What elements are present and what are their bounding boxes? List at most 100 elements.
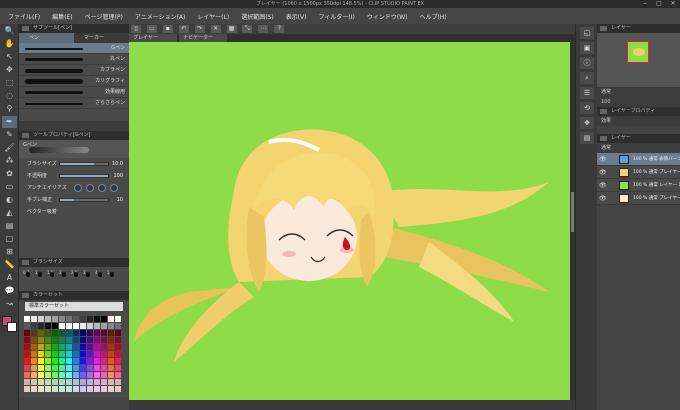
color-swatch[interactable] [115,316,121,322]
color-swatch[interactable] [45,386,51,392]
list-item[interactable]: さらさらペン [19,98,129,109]
color-swatch[interactable] [31,323,37,329]
color-swatch[interactable] [101,337,107,343]
clear-icon[interactable]: ✕ [210,25,221,33]
gradient-icon[interactable]: ▤ [2,220,17,232]
navigator-preview[interactable] [597,33,680,87]
color-swatch[interactable] [94,372,100,378]
color-swatch[interactable] [94,386,100,392]
color-swatch[interactable] [94,330,100,336]
ruler-icon[interactable]: 📏 [2,259,17,271]
menu-filter[interactable]: フィルター(I) [319,12,355,21]
color-swatch[interactable] [52,386,58,392]
antialias-mid[interactable] [98,184,106,192]
color-swatch[interactable] [80,344,86,350]
tab-marker[interactable]: マーカー [74,33,129,43]
undo-icon[interactable]: ↶ [178,25,189,33]
layer-row[interactable]: 👁 100 % 通常 レイヤー 1 [597,179,680,192]
brush-size-option[interactable]: 2.5 [71,269,81,285]
color-swatch[interactable] [45,316,51,322]
minimize-button[interactable]: − [638,0,652,8]
hand-icon[interactable]: ✋ [2,38,17,50]
subview-icon[interactable]: ▣ [580,42,594,54]
color-swatch[interactable] [73,316,79,322]
save-icon[interactable]: ▪ [162,25,173,33]
color-swatch[interactable] [66,372,72,378]
color-swatch[interactable] [87,358,93,364]
color-swatch[interactable] [115,330,121,336]
figure-icon[interactable]: ▢ [2,233,17,245]
text-icon[interactable]: A [2,272,17,284]
menu-window[interactable]: ウィンドウ(W) [367,12,408,21]
color-swatch[interactable] [101,365,107,371]
fill-selection-icon[interactable]: ▦ [226,25,237,33]
color-swatch[interactable] [31,358,37,364]
color-swatch[interactable] [115,344,121,350]
antialias-strong[interactable] [110,184,118,192]
brush-size-option[interactable]: 4 [95,269,105,285]
color-swatch[interactable] [73,379,79,385]
color-swatch[interactable] [80,379,86,385]
color-swatch[interactable] [115,358,121,364]
color-swatch[interactable] [38,351,44,357]
color-swatch[interactable] [101,344,107,350]
color-swatch[interactable] [87,372,93,378]
color-swatch[interactable] [24,358,30,364]
color-swatch[interactable] [31,372,37,378]
color-swatch[interactable] [108,351,114,357]
search-layer-icon[interactable]: ⌕ [580,72,594,84]
color-swatch[interactable] [73,358,79,364]
color-swatch[interactable] [80,330,86,336]
eye-icon[interactable]: 👁 [599,182,607,189]
color-swatch[interactable] [87,330,93,336]
color-swatch[interactable] [115,365,121,371]
eye-icon[interactable]: 👁 [599,156,607,163]
color-swatch[interactable] [24,316,30,322]
menu-help[interactable]: ヘルプ(H) [419,12,446,21]
color-swatch[interactable] [24,379,30,385]
redo-icon[interactable]: ↷ [194,25,205,33]
material-icon[interactable]: ❖ [580,117,594,129]
color-swatch[interactable] [80,316,86,322]
color-swatch[interactable] [66,351,72,357]
color-swatch[interactable] [66,330,72,336]
color-swatch[interactable] [52,344,58,350]
color-swatch[interactable] [45,344,51,350]
info-icon[interactable]: ⓘ [580,57,594,69]
color-swatch[interactable] [94,365,100,371]
maximize-button[interactable]: □ [652,0,666,8]
color-swatch[interactable] [31,386,37,392]
color-swatch[interactable] [108,337,114,343]
layer-opacity[interactable]: 100 [597,97,680,107]
color-swatch[interactable] [31,365,37,371]
color-swatch[interactable] [59,351,65,357]
color-swatch[interactable] [52,379,58,385]
color-swatch[interactable] [24,344,30,350]
color-swatch[interactable] [38,372,44,378]
brush-size-slider[interactable] [59,162,109,166]
menu-view[interactable]: 表示(V) [286,12,307,21]
color-swatch[interactable] [115,379,121,385]
color-swatch[interactable] [73,365,79,371]
color-swatch[interactable] [59,330,65,336]
color-swatch[interactable] [38,337,44,343]
layer-row[interactable]: 👁 100 % 通常 プレイヤーピース 1 [597,166,680,179]
layer-property-icon[interactable]: ☰ [580,87,594,99]
opacity-slider[interactable] [59,174,109,178]
color-swatch[interactable] [73,386,79,392]
move-icon[interactable]: ✥ [2,64,17,76]
color-swatch[interactable] [87,365,93,371]
color-swatch[interactable] [38,344,44,350]
color-swatch[interactable] [73,344,79,350]
color-swatch[interactable] [45,365,51,371]
list-item[interactable]: カリグラフィ [19,76,129,87]
color-swatch[interactable] [101,351,107,357]
color-swatch[interactable] [87,386,93,392]
color-swatch[interactable] [52,330,58,336]
color-swatch[interactable] [31,351,37,357]
layer-blend-mode[interactable]: 通常 [597,143,680,153]
navigator-icon[interactable]: ◱ [580,27,594,39]
blend-icon[interactable]: ◐ [2,194,17,206]
color-swatch[interactable] [66,316,72,322]
color-swatch[interactable] [52,358,58,364]
